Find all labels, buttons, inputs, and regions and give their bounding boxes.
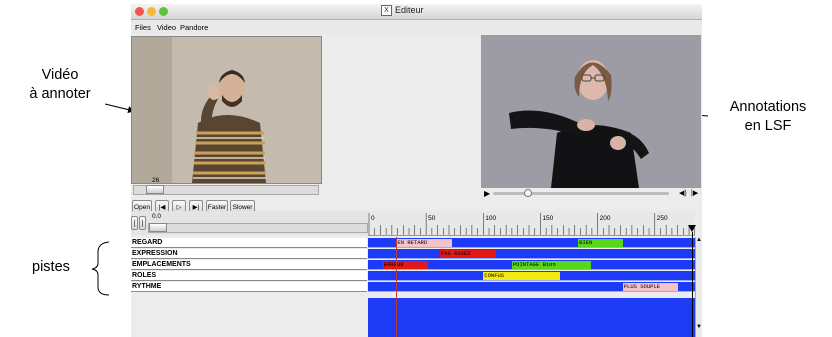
track-lane-rythme[interactable]: PLUS SOUPLE [368,282,695,292]
window-title-text: Editeur [395,5,424,15]
step-back-icon: |◀ [158,204,166,211]
video-position-thumb[interactable] [146,185,164,194]
scroll-down-icon[interactable]: ▼ [696,324,702,331]
step-forward-icon: ▶| [192,204,200,211]
bracket-left-button[interactable]: [ [131,216,138,230]
ruler-tick-label: 250 [657,215,668,222]
lsf-step-icon[interactable]: |▶ [691,188,698,199]
track-label-expression[interactable]: EXPRESSION [131,249,367,259]
timeline-toolbar: [ ] 0.0 [131,211,368,235]
menu-bar: Files Video Pandore [131,20,702,34]
window-title: X Editeur [381,5,424,17]
annotation-segment[interactable]: ERREUR [382,261,429,269]
annotation-segment[interactable]: PAS ASSEZ [439,250,496,258]
annotation-segment[interactable]: PLUS SOUPLE [622,283,678,291]
track-lane-roles[interactable]: CONFUS [368,271,695,281]
bracket-right-button[interactable]: ] [139,216,146,230]
ruler-tick-label: 100 [485,215,496,222]
video-to-annotate[interactable] [131,36,322,184]
video-position-slider[interactable] [133,185,319,195]
video-frame-signer-2 [481,35,701,188]
track-label-rythme[interactable]: RYTHME [131,282,367,292]
track-label-emplacements[interactable]: EMPLACEMENTS [131,260,367,270]
ruler-ticks: 0 50 100 150 200 250 [368,213,696,235]
track-lane-emplacements[interactable]: ERREUR POINTAGE Bien [368,260,695,270]
lsf-progress-track[interactable] [493,192,669,195]
minimize-window-button[interactable] [147,7,156,16]
menu-files[interactable]: Files [135,23,151,32]
scroll-up-icon[interactable]: ▲ [696,237,702,244]
video-frame-signer-1 [132,37,321,183]
ruler-tick-label: 200 [600,215,611,222]
arrow-to-video [104,103,135,113]
annotation-segment[interactable]: EN RETARD [396,239,453,247]
ruler-tick-label: 50 [428,215,436,222]
video-position-value: 26 [152,177,160,184]
track-label-regard[interactable]: REGARD [131,238,367,248]
track-lane-regard[interactable]: EN RETARD BIEN [368,238,695,248]
annotation-segment[interactable]: BIEN [578,239,623,247]
track-label-roles[interactable]: ROLES [131,271,367,281]
tracks-brace [91,241,110,296]
close-window-button[interactable] [135,7,144,16]
zoom-value: 0.0 [152,213,162,220]
zoom-slider-thumb[interactable] [149,223,167,232]
editor-window: X Editeur Files Video Pandore 26 Open |◀… [131,4,702,337]
cursor-line [396,237,397,337]
zoom-slider[interactable] [148,223,368,233]
timeline-empty-area [368,298,695,337]
timeline-ruler: 0 50 100 150 200 250 [368,211,696,236]
ruler-tick-label: 0 [371,215,375,222]
zoom-window-button[interactable] [159,7,168,16]
lsf-play-icon[interactable]: ▶ [484,188,490,199]
lsf-controls-bar: ▶ ◀) |▶ [481,188,701,199]
video-lsf-annotations[interactable] [481,35,701,188]
x11-icon: X [381,5,392,17]
menu-pandore[interactable]: Pandore [180,23,208,32]
annotation-segment[interactable]: CONFUS [483,272,560,280]
title-bar: X Editeur [131,4,702,20]
menu-video[interactable]: Video [157,23,176,32]
play-icon: ▷ [176,204,182,211]
lsf-volume-icon[interactable]: ◀) [679,188,687,199]
playhead-line [692,232,693,337]
timeline-scrollbar[interactable]: ▲ ▼ [695,237,702,337]
ruler-tick-label: 150 [542,215,553,222]
track-lane-expression[interactable]: PAS ASSEZ [368,249,695,259]
lsf-progress-thumb[interactable] [524,189,532,197]
playhead-marker[interactable] [688,225,696,232]
annotation-segment[interactable]: POINTAGE Bien [511,261,591,269]
